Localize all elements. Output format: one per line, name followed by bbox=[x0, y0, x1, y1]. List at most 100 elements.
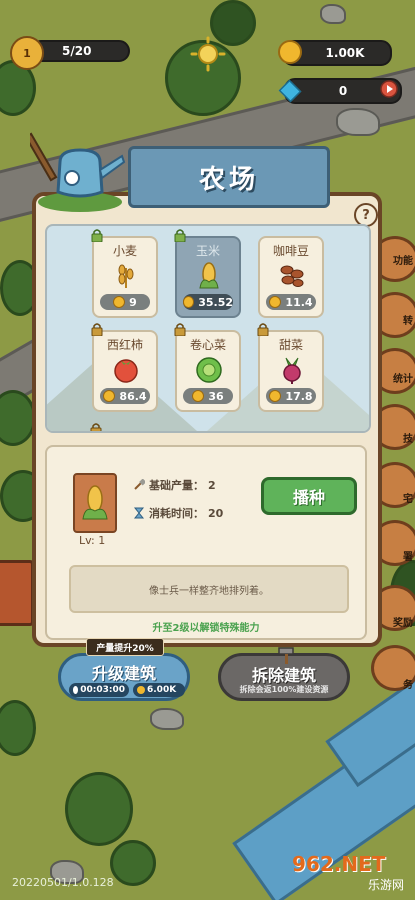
demolish-label: 拆除建筑 bbox=[251, 666, 316, 685]
unlock-hint: 升至2级以解锁特殊能力 bbox=[152, 623, 260, 634]
upgrade-cost: 6.00K bbox=[147, 685, 177, 695]
shovel-icon bbox=[134, 479, 145, 490]
crop-name: 咖啡豆 bbox=[272, 244, 309, 258]
watering-can-icon bbox=[30, 132, 126, 212]
upgrade-time-pill: 00:03:00 bbox=[69, 683, 129, 697]
demolish-building-button[interactable]: 拆除建筑 拆除会返100%建设资源 bbox=[218, 647, 350, 701]
time-cost-label: 消耗时间： bbox=[149, 507, 204, 520]
crop-name: 卷心菜 bbox=[189, 338, 226, 352]
crop-cost: 17.8 bbox=[266, 388, 316, 404]
side-menu-label: 统计 bbox=[393, 374, 413, 385]
help-icon: ? bbox=[362, 207, 370, 223]
tree bbox=[65, 772, 133, 846]
watermark-logo: 962.NET bbox=[292, 852, 386, 876]
crop-cost: 86.4 bbox=[100, 388, 150, 404]
player-level-badge[interactable]: 1 bbox=[10, 36, 44, 70]
output-boost-tag: 产量提升20% bbox=[86, 638, 164, 656]
crop-cost: 9 bbox=[100, 294, 150, 310]
crop-cost-value: 86.4 bbox=[119, 389, 147, 403]
coin-icon bbox=[137, 686, 145, 694]
crop-cost-value: 36 bbox=[208, 389, 224, 403]
rock bbox=[150, 708, 184, 730]
crop-detail-panel: Lv: 1 基础产量： 2 消耗时间： 20 播种 像士兵一样整齐地排列着。 升… bbox=[45, 445, 367, 640]
crop-description: 像士兵一样整齐地排列着。 bbox=[69, 565, 349, 613]
side-menu-label: 务 bbox=[403, 680, 413, 691]
site-watermark: 962.NET 乐游网 bbox=[292, 852, 408, 894]
hourglass-icon bbox=[133, 507, 145, 519]
lock-icon bbox=[90, 423, 102, 431]
sun-icon bbox=[190, 36, 226, 72]
tree bbox=[0, 700, 36, 756]
coin-icon bbox=[113, 296, 126, 308]
base-output-label: 基础产量： bbox=[149, 479, 204, 492]
crop-card-coffee-bean[interactable]: 咖啡豆 11.4 bbox=[258, 236, 324, 318]
lock-icon bbox=[257, 323, 269, 336]
crop-cost-value: 17.8 bbox=[285, 389, 313, 403]
dialog-title-text: 农场 bbox=[198, 164, 259, 195]
dialog-title: 农场 bbox=[128, 146, 330, 208]
crop-card-wheat[interactable]: 小麦 9 bbox=[91, 229, 158, 318]
coin-icon bbox=[269, 390, 282, 402]
cabbage-icon bbox=[196, 357, 222, 383]
tree bbox=[0, 390, 36, 446]
quest-progress-text: 5/20 bbox=[62, 44, 92, 58]
upgrade-time: 00:03:00 bbox=[80, 685, 125, 695]
gem-amount: 0 bbox=[338, 84, 348, 98]
side-menu-label: 技 bbox=[403, 434, 413, 445]
building-level: Lv: 1 bbox=[79, 534, 106, 547]
version-text: 20220501/1.0.128 bbox=[12, 876, 114, 889]
side-menu-label: 宅 bbox=[403, 494, 413, 505]
crop-card-beet[interactable]: 甜菜 17.8 bbox=[257, 323, 324, 412]
coffee-bean-icon bbox=[280, 265, 304, 287]
crop-card-corn[interactable]: 玉米 35.52 bbox=[174, 229, 241, 318]
corn-icon bbox=[199, 262, 219, 289]
lock-icon bbox=[174, 229, 186, 242]
crop-card-cabbage[interactable]: 卷心菜 36 bbox=[174, 323, 241, 412]
house bbox=[0, 560, 34, 626]
tomato-icon bbox=[114, 359, 138, 383]
upgrade-label: 升级建筑 bbox=[91, 664, 156, 683]
crop-cost-value: 35.52 bbox=[198, 295, 233, 309]
coin-icon bbox=[269, 296, 282, 308]
coin-icon bbox=[183, 296, 195, 308]
crop-description-text: 像士兵一样整齐地排列着。 bbox=[149, 585, 269, 597]
side-menu-label: 转 bbox=[403, 316, 413, 327]
player-level-text: 1 bbox=[23, 46, 31, 60]
crop-cost-value: 9 bbox=[129, 295, 137, 309]
side-menu-label: 功能 bbox=[393, 256, 413, 267]
crop-cost: 11.4 bbox=[266, 294, 316, 310]
crop-cost: 35.52 bbox=[183, 294, 233, 310]
coin-icon bbox=[192, 390, 205, 402]
quest-progress-bar[interactable]: 5/20 bbox=[30, 40, 130, 62]
plant-button[interactable]: 播种 bbox=[261, 477, 357, 515]
upgrade-building-button[interactable]: 升级建筑 00:03:00 6.00K bbox=[58, 653, 190, 701]
crop-name: 小麦 bbox=[112, 244, 137, 258]
crop-cost: 36 bbox=[183, 388, 233, 404]
watermark-text: 乐游网 bbox=[367, 878, 404, 892]
lock-icon bbox=[91, 229, 103, 242]
crop-name: 甜菜 bbox=[278, 338, 303, 352]
crop-cost-value: 11.4 bbox=[285, 295, 313, 309]
coin-icon bbox=[103, 390, 116, 402]
side-menu-label: 署 bbox=[403, 552, 413, 563]
coin-amount: 1.00K bbox=[325, 46, 365, 60]
tree bbox=[110, 840, 156, 886]
crop-name: 西红柿 bbox=[106, 338, 143, 352]
rock bbox=[336, 108, 380, 136]
beet-icon bbox=[283, 357, 301, 384]
building-thumbnail bbox=[73, 473, 117, 533]
time-cost-value: 20 bbox=[208, 506, 224, 520]
clock-icon bbox=[73, 686, 79, 694]
crop-card-tomato[interactable]: 西红柿 86.4 bbox=[91, 323, 158, 412]
add-gems-icon[interactable] bbox=[380, 80, 398, 98]
plant-button-label: 播种 bbox=[292, 488, 325, 507]
demolish-refund-note: 拆除会返100%建设资源 bbox=[239, 685, 329, 694]
wheat-icon bbox=[118, 264, 134, 288]
upgrade-cost-pill: 6.00K bbox=[133, 683, 185, 697]
side-menu-label: 奖励 bbox=[393, 618, 413, 629]
rock bbox=[320, 4, 346, 24]
crop-selection-area: 小麦 9 玉米 35.52 咖啡豆 11.4 西红柿 86.4 卷心菜 36 甜… bbox=[45, 224, 371, 433]
crop-name: 玉米 bbox=[195, 244, 220, 258]
base-output-stat: 基础产量： 2 bbox=[133, 477, 216, 493]
lock-icon bbox=[174, 323, 186, 336]
